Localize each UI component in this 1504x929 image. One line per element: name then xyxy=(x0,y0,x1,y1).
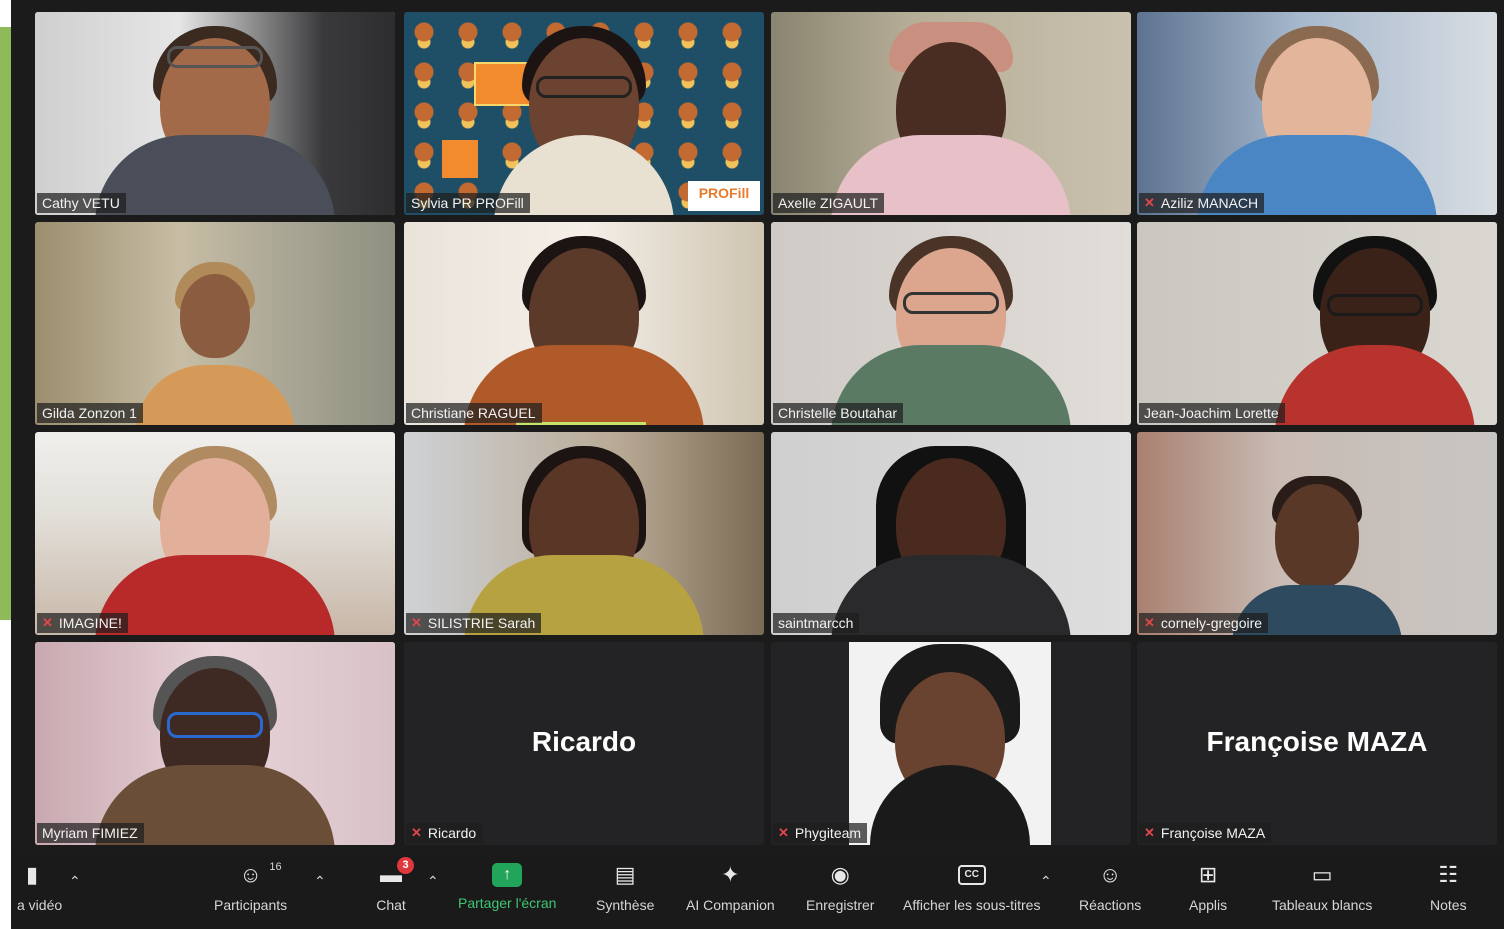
apps-button[interactable]: ⊞ Applis xyxy=(1189,861,1227,913)
share-screen-icon: ↑ xyxy=(492,863,523,887)
video-tile-christelle-boutahar[interactable]: Christelle Boutahar xyxy=(771,222,1131,425)
notes-icon: ☷ xyxy=(1438,862,1459,887)
mic-muted-icon: ✕ xyxy=(1144,195,1155,210)
participants-options-caret[interactable]: ⌃ xyxy=(314,873,326,890)
video-tile-ricardo[interactable]: Ricardo ✕ Ricardo xyxy=(404,642,764,845)
document-summary-icon: ▤ xyxy=(614,862,636,887)
captions-button[interactable]: CC Afficher les sous-titres xyxy=(903,861,1040,913)
participants-button[interactable]: ☺ 16 Participants xyxy=(214,861,287,913)
meeting-toolbar: ▮ a vidéo ⌃ ☺ 16 Participants ⌃ ▬ 3 Chat ⌃… xyxy=(11,851,1504,929)
captions-options-caret[interactable]: ⌃ xyxy=(1040,873,1052,890)
video-tile-imagine[interactable]: ✕ IMAGINE! xyxy=(35,432,395,635)
sparkle-icon: ✦ xyxy=(721,862,740,887)
side-accent-strip xyxy=(0,27,11,620)
reactions-button[interactable]: ☺ Réactions xyxy=(1079,861,1141,913)
mic-muted-icon: ✕ xyxy=(1144,825,1155,840)
mic-muted-icon: ✕ xyxy=(778,825,789,840)
profill-logo: PROFill xyxy=(688,181,760,211)
whiteboards-button[interactable]: ▭ Tableaux blancs xyxy=(1272,861,1372,913)
participant-name-tag: Gilda Zonzon 1 xyxy=(37,403,143,423)
mic-muted-icon: ✕ xyxy=(42,615,53,630)
participant-name-tag: ✕ Françoise MAZA xyxy=(1139,823,1272,843)
video-tile-silistrie-sarah[interactable]: ✕ SILISTRIE Sarah xyxy=(404,432,764,635)
participants-icon: ☺ 16 xyxy=(239,861,282,887)
video-camera-icon: ▮ xyxy=(25,862,39,887)
video-tile-phygiteam[interactable]: ✕ Phygiteam xyxy=(771,642,1131,845)
closed-captions-icon: CC xyxy=(957,861,987,889)
video-tile-cathy-vetu[interactable]: Cathy VETU xyxy=(35,12,395,215)
video-tile-aziliz-manach[interactable]: ✕ Aziliz MANACH xyxy=(1137,12,1497,215)
video-tile-axelle-zigault[interactable]: Axelle ZIGAULT xyxy=(771,12,1131,215)
participant-name-tag: ✕ Aziliz MANACH xyxy=(1139,193,1265,213)
background-poster xyxy=(442,140,478,178)
whiteboard-icon: ▭ xyxy=(1311,862,1333,887)
participant-name-tag: ✕ IMAGINE! xyxy=(37,613,128,633)
video-tile-christiane-raguel[interactable]: Christiane RAGUEL xyxy=(404,222,764,425)
synthese-button[interactable]: ▤ Synthèse xyxy=(596,861,654,913)
participant-name-tag: Cathy VETU xyxy=(37,193,126,213)
chat-button[interactable]: ▬ 3 Chat xyxy=(376,857,414,913)
mic-muted-icon: ✕ xyxy=(411,825,422,840)
video-tile-myriam-fimiez[interactable]: Myriam FIMIEZ xyxy=(35,642,395,845)
participant-display-name: Ricardo xyxy=(531,726,637,757)
participant-name-tag: ✕ cornely-gregoire xyxy=(1139,613,1269,633)
profile-picture xyxy=(849,642,1051,845)
video-tile-jean-joachim-lorette[interactable]: Jean-Joachim Lorette xyxy=(1137,222,1497,425)
participant-name-tag: Jean-Joachim Lorette xyxy=(1139,403,1285,423)
notes-button[interactable]: ☷ Notes xyxy=(1430,861,1467,913)
video-tile-saintmarcch[interactable]: saintmarcch xyxy=(771,432,1131,635)
participant-name-tag: saintmarcch xyxy=(773,613,860,633)
participant-name-tag: ✕ Ricardo xyxy=(406,823,483,843)
video-options-caret[interactable]: ⌃ xyxy=(69,873,81,890)
unread-badge: 3 xyxy=(397,857,414,874)
apps-icon: ⊞ xyxy=(1198,862,1218,887)
participant-name-tag: ✕ Phygiteam xyxy=(773,823,868,843)
participant-name-tag: Christiane RAGUEL xyxy=(406,403,542,423)
mic-muted-icon: ✕ xyxy=(1144,615,1155,630)
participant-name-tag: Axelle ZIGAULT xyxy=(773,193,885,213)
meeting-gallery: Cathy VETU PROFill Sylvia PR PROFill Axe… xyxy=(11,0,1504,929)
participant-name-tag: Christelle Boutahar xyxy=(773,403,904,423)
video-tile-sylvia-profill[interactable]: PROFill Sylvia PR PROFill xyxy=(404,12,764,215)
chat-bubble-icon: ▬ 3 xyxy=(376,857,414,889)
smiley-icon: ☺ xyxy=(1098,862,1122,887)
video-tile-gilda-zonzon[interactable]: Gilda Zonzon 1 xyxy=(35,222,395,425)
participant-name-tag: Myriam FIMIEZ xyxy=(37,823,144,843)
participant-name-tag: ✕ SILISTRIE Sarah xyxy=(406,613,542,633)
chat-options-caret[interactable]: ⌃ xyxy=(427,873,439,890)
mic-muted-icon: ✕ xyxy=(411,615,422,630)
record-icon: ◉ xyxy=(830,862,850,887)
video-tile-cornely-gregoire[interactable]: ✕ cornely-gregoire xyxy=(1137,432,1497,635)
video-button[interactable]: ▮ a vidéo xyxy=(17,861,62,913)
participant-name-tag: Sylvia PR PROFill xyxy=(406,193,530,213)
record-button[interactable]: ◉ Enregistrer xyxy=(806,861,874,913)
video-tile-francoise-maza[interactable]: Françoise MAZA ✕ Françoise MAZA xyxy=(1137,642,1497,845)
share-screen-button[interactable]: ↑ Partager l'écran xyxy=(458,861,556,911)
ai-companion-button[interactable]: ✦ AI Companion xyxy=(686,861,775,913)
participant-display-name: Françoise MAZA xyxy=(1206,726,1428,757)
